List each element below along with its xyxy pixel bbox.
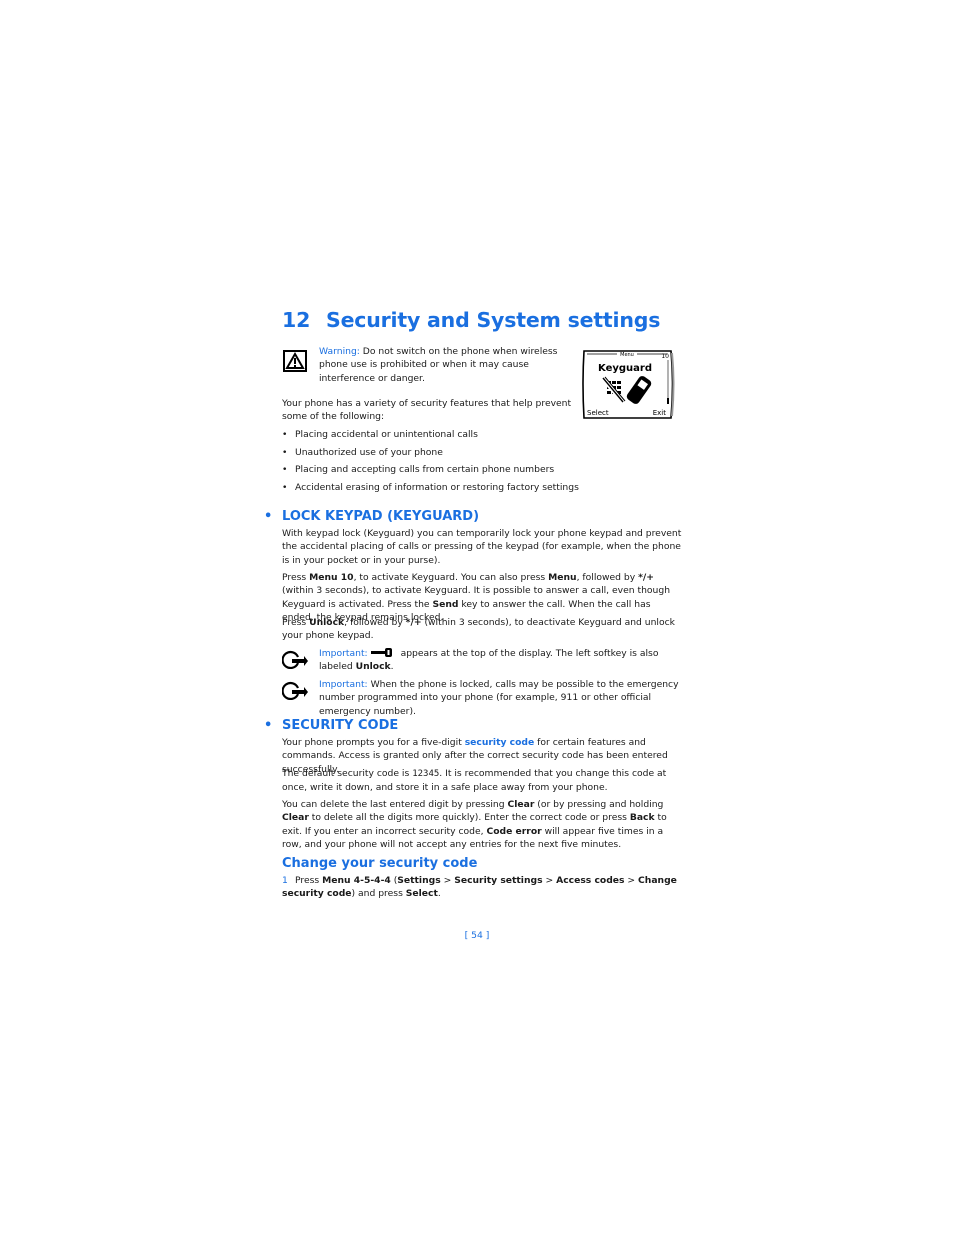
- keyword: Menu 10: [309, 572, 354, 583]
- screen-header: Menu: [620, 352, 634, 358]
- security-code-heading: • SECURITY CODE: [264, 718, 398, 733]
- list-item: Accidental erasing of information or res…: [282, 481, 579, 499]
- text: Press: [282, 617, 310, 628]
- keyword: Send: [432, 598, 459, 610]
- keyword: Menu 4-5-4-4: [322, 875, 391, 886]
- keyword: Back: [629, 812, 655, 824]
- default-code: 12345: [412, 769, 440, 779]
- text: , followed by: [344, 617, 406, 628]
- keyword: Menu: [548, 572, 577, 583]
- keyword: Unlock: [309, 617, 345, 628]
- lock-keypad-paragraph-1: With keypad lock (Keyguard) you can temp…: [282, 528, 682, 566]
- chapter-title-text: Security and System settings: [326, 308, 661, 332]
- screen-index: 10: [661, 353, 669, 360]
- text: .: [437, 888, 441, 900]
- warning-label: Warning:: [319, 346, 360, 357]
- text: You can delete the last entered digit by…: [282, 799, 508, 810]
- important-note-icon: [282, 681, 308, 700]
- right-softkey: Exit: [653, 409, 667, 417]
- important-note-2: Important: When the phone is locked, cal…: [319, 678, 684, 718]
- text: , to activate Keyguard. You can also pre…: [353, 572, 549, 583]
- text: , followed by: [576, 572, 639, 583]
- text: When the phone is locked, calls may be p…: [319, 679, 679, 717]
- text: >: [542, 875, 557, 886]
- important-note-1: Important: appears at the top of the dis…: [319, 647, 684, 674]
- security-code-paragraph-2: The default security code is 12345. It i…: [282, 767, 682, 795]
- text: >: [440, 875, 455, 886]
- important-label: Important:: [319, 679, 368, 690]
- keyword: Select: [405, 888, 438, 900]
- phone-screen-illustration: Menu 10 Keyguard Select Exit: [582, 350, 675, 419]
- step-number: 1: [282, 875, 288, 886]
- list-item: Placing accidental or unintentional call…: [282, 428, 579, 446]
- security-code-paragraph-3: You can delete the last entered digit by…: [282, 798, 682, 852]
- chapter-number: 12: [282, 308, 311, 332]
- security-code-heading-text: SECURITY CODE: [282, 718, 399, 733]
- keyword: Security settings: [454, 875, 543, 886]
- list-item: Placing and accepting calls from certain…: [282, 463, 579, 481]
- text: Press: [295, 875, 323, 886]
- change-code-heading: Change your security code: [282, 856, 478, 871]
- key-lock-icon: [370, 648, 392, 657]
- lock-keypad-heading-text: LOCK KEYPAD (KEYGUARD): [282, 509, 480, 524]
- text: ) and press: [351, 888, 406, 900]
- screen-title: Keyguard: [598, 363, 652, 374]
- text: >: [624, 875, 639, 886]
- step-1: 1 Press Menu 4-5-4-4 (Settings > Security…: [282, 874, 682, 901]
- keyword: Unlock: [355, 661, 391, 673]
- warning-note: Warning: Do not switch on the phone when…: [319, 345, 569, 385]
- lock-keypad-paragraph-3: Press Unlock, followed by */+ (within 3 …: [282, 616, 682, 643]
- bullet-icon: •: [264, 718, 273, 733]
- chapter-title: 12 Security and System settings: [282, 308, 660, 332]
- text: (or by pressing and holding: [534, 799, 664, 810]
- important-note-icon: [282, 650, 308, 669]
- keyword: */+: [405, 617, 422, 628]
- lock-keypad-heading: • LOCK KEYPAD (KEYGUARD): [264, 509, 479, 524]
- intro-paragraph: Your phone has a variety of security fea…: [282, 398, 572, 423]
- keyword: Code error: [486, 825, 542, 837]
- feature-list: Placing accidental or unintentional call…: [282, 428, 579, 498]
- text: to delete all the digits more quickly). …: [308, 812, 630, 824]
- left-softkey: Select: [587, 409, 609, 417]
- keyword: */+: [638, 572, 654, 583]
- warning-triangle-icon: [283, 350, 307, 372]
- text: The default security code is: [282, 768, 413, 779]
- manual-page: 12 Security and System settings Warning: …: [0, 0, 954, 1235]
- page-number: [ 54 ]: [464, 930, 490, 941]
- keyword: Settings: [397, 875, 441, 886]
- keyword: Access codes: [556, 875, 625, 886]
- list-item: Unauthorized use of your phone: [282, 446, 579, 464]
- text: Your phone prompts you for a five-digit: [282, 737, 465, 748]
- keyword: Clear: [282, 812, 309, 824]
- important-label: Important:: [319, 648, 368, 659]
- security-code-link[interactable]: security code: [465, 737, 535, 748]
- keyword: Clear: [507, 799, 535, 810]
- text: .: [390, 661, 394, 673]
- bullet-icon: •: [264, 509, 273, 524]
- text: Press: [282, 572, 310, 583]
